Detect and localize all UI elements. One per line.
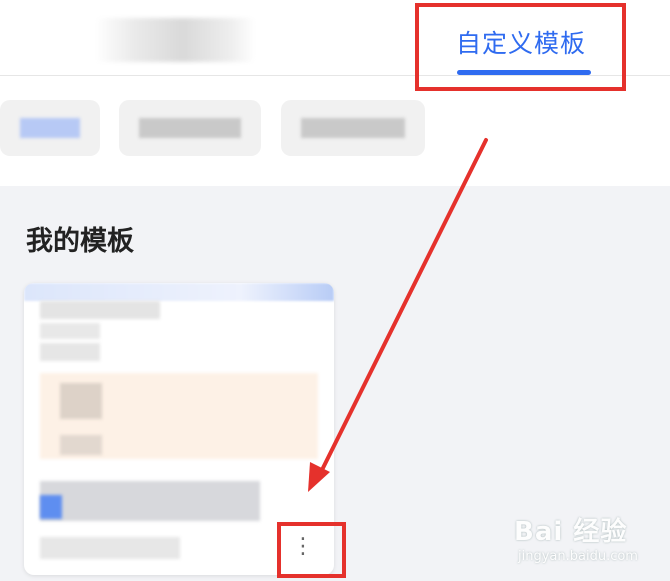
baidu-watermark: Bai 经验 jingyan.baidu.com (514, 509, 664, 573)
filter-chip-1[interactable] (0, 100, 100, 156)
tab-blurred[interactable] (95, 18, 255, 62)
highlight-box-more (277, 522, 346, 578)
filter-chip-2[interactable] (119, 100, 261, 156)
section-title: 我的模板 (26, 226, 134, 257)
watermark-brand: Bai 经验 (514, 517, 628, 547)
card-header-blurred (24, 283, 334, 301)
watermark-url: jingyan.baidu.com (518, 549, 638, 564)
card-title-blurred (40, 481, 260, 521)
filter-chip-3[interactable] (281, 100, 425, 156)
highlight-box-tab (415, 3, 626, 91)
